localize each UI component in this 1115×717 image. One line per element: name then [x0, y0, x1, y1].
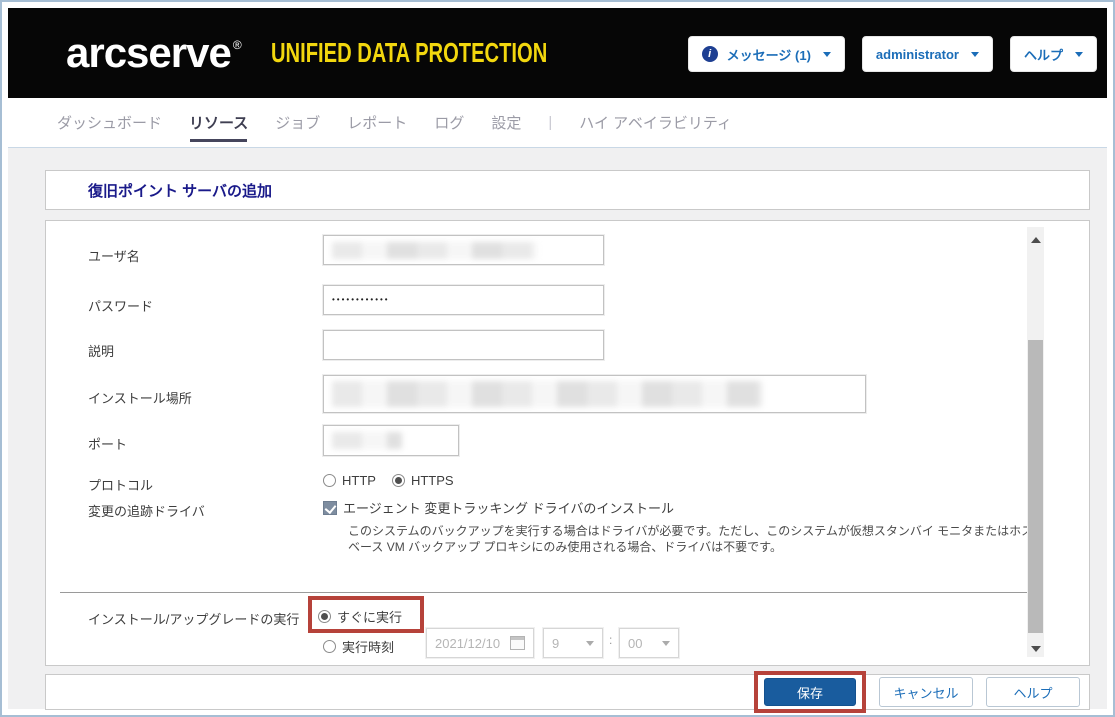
tab-log[interactable]: ログ: [434, 98, 464, 147]
scroll-down-button[interactable]: [1027, 640, 1044, 657]
tab-settings[interactable]: 設定: [491, 98, 521, 147]
protocol-https-option[interactable]: HTTPS: [392, 473, 454, 488]
page-title: 復旧ポイント サーバの追加: [88, 180, 272, 201]
radio-selected-icon: [392, 474, 405, 487]
tab-reports[interactable]: レポート: [347, 98, 407, 147]
protocol-options: HTTP HTTPS: [323, 473, 454, 488]
arcserve-logo: arcserve® UNIFIED DATA PROTECTION: [66, 32, 654, 74]
app-window: arcserve® UNIFIED DATA PROTECTION i メッセー…: [0, 0, 1115, 717]
tab-resources[interactable]: リソース: [189, 98, 248, 147]
change-tracking-checkbox-label: エージェント 変更トラッキング ドライバのインストール: [343, 498, 674, 517]
schedule-date-value: 2021/12/10: [435, 636, 500, 651]
password-label: パスワード: [88, 296, 153, 315]
brand-header: arcserve® UNIFIED DATA PROTECTION i メッセー…: [8, 8, 1107, 98]
time-colon: :: [609, 633, 612, 647]
radio-unselected-icon: [323, 640, 336, 653]
add-rps-form: ユーザ名 パスワード •••••••••••• 説明 インストール場所 ポート …: [45, 220, 1090, 666]
protocol-https-label: HTTPS: [411, 473, 454, 488]
user-menu-button[interactable]: administrator: [862, 36, 993, 72]
chevron-down-icon: [971, 52, 979, 57]
tab-high-availability[interactable]: ハイ アベイラビリティ: [579, 98, 732, 147]
protocol-http-label: HTTP: [342, 473, 376, 488]
change-tracking-checkbox-row[interactable]: エージェント 変更トラッキング ドライバのインストール: [323, 498, 674, 517]
driver-note: このシステムのバックアップを実行する場合はドライバが必要です。ただし、このシステ…: [348, 523, 1096, 555]
save-button[interactable]: 保存: [764, 678, 856, 706]
run-schedule-label: 実行時刻: [342, 637, 394, 656]
help-button[interactable]: ヘルプ: [986, 677, 1080, 707]
header-buttons: i メッセージ (1) administrator ヘルプ: [688, 36, 1097, 72]
messages-label: メッセージ (1): [727, 45, 811, 64]
password-input[interactable]: ••••••••••••: [323, 285, 604, 315]
tab-dashboard[interactable]: ダッシュボード: [57, 98, 162, 147]
install-location-label: インストール場所: [88, 388, 192, 407]
nav-separator: |: [548, 114, 552, 131]
dialog-footer: 保存 キャンセル ヘルプ: [45, 674, 1090, 710]
masked-password-value: ••••••••••••: [332, 296, 390, 304]
run-now-option[interactable]: すぐに実行: [318, 607, 402, 626]
schedule-minute-select[interactable]: 00: [619, 628, 679, 658]
schedule-minute-value: 00: [628, 636, 642, 651]
run-install-label: インストール/アップグレードの実行: [88, 609, 299, 628]
protocol-http-option[interactable]: HTTP: [323, 473, 376, 488]
messages-button[interactable]: i メッセージ (1): [688, 36, 845, 72]
schedule-date-input[interactable]: 2021/12/10: [426, 628, 534, 658]
calendar-icon: [510, 636, 525, 650]
redacted-port-value: [332, 432, 402, 449]
dialog-title-bar: 復旧ポイント サーバの追加: [45, 170, 1090, 210]
radio-selected-icon: [318, 610, 331, 623]
product-name: UNIFIED DATA PROTECTION: [271, 39, 547, 67]
chevron-down-icon: [586, 641, 594, 646]
checkbox-checked-icon: [323, 501, 337, 515]
username-label: ユーザ名: [88, 246, 140, 265]
content-area: 復旧ポイント サーバの追加 ユーザ名 パスワード •••••••••••• 説明…: [8, 148, 1107, 709]
main-nav: ダッシュボード リソース ジョブ レポート ログ 設定 | ハイ アベイラビリテ…: [8, 98, 1107, 148]
driver-note-line2: ベース VM バックアップ プロキシにのみ使用される場合、ドライバは不要です。: [348, 539, 1096, 555]
run-now-label: すぐに実行: [337, 607, 402, 626]
radio-unselected-icon: [323, 474, 336, 487]
run-schedule-option[interactable]: 実行時刻: [323, 637, 394, 656]
help-label: ヘルプ: [1024, 45, 1063, 64]
scroll-up-button[interactable]: [1027, 231, 1044, 248]
registered-mark: ®: [233, 38, 241, 52]
scrollbar-thumb[interactable]: [1028, 340, 1043, 633]
cancel-button[interactable]: キャンセル: [879, 677, 973, 707]
port-input[interactable]: [323, 425, 459, 456]
port-label: ポート: [88, 434, 127, 453]
triangle-down-icon: [1031, 646, 1041, 652]
info-icon: i: [702, 46, 718, 62]
change-tracking-label: 変更の追跡ドライバ: [88, 501, 205, 520]
protocol-label: プロトコル: [88, 475, 153, 494]
brand-wordmark: arcserve®: [66, 32, 241, 74]
schedule-hour-select[interactable]: 9: [543, 628, 603, 658]
redacted-username-value: [332, 242, 537, 259]
help-menu-button[interactable]: ヘルプ: [1010, 36, 1097, 72]
chevron-down-icon: [1075, 52, 1083, 57]
section-divider: [60, 592, 1039, 593]
username-input[interactable]: [323, 235, 604, 265]
vertical-scrollbar[interactable]: [1027, 227, 1044, 657]
schedule-hour-value: 9: [552, 636, 559, 651]
triangle-up-icon: [1031, 237, 1041, 243]
install-location-input[interactable]: [323, 375, 866, 413]
tab-jobs[interactable]: ジョブ: [275, 98, 320, 147]
driver-note-line1: このシステムのバックアップを実行する場合はドライバが必要です。ただし、このシステ…: [348, 523, 1096, 539]
description-label: 説明: [88, 341, 114, 360]
redacted-install-location-value: [332, 381, 762, 407]
description-input[interactable]: [323, 330, 604, 360]
chevron-down-icon: [662, 641, 670, 646]
user-label: administrator: [876, 47, 959, 62]
chevron-down-icon: [823, 52, 831, 57]
save-highlight-box: 保存: [754, 671, 866, 713]
